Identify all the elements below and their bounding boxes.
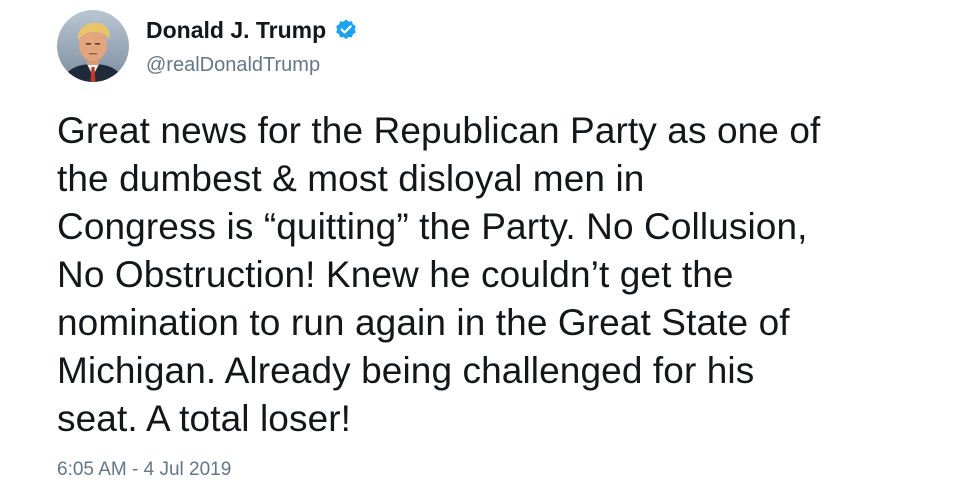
profile-photo-avatar	[57, 10, 129, 82]
tweet-text-line: Congress is “quitting” the Party. No Col…	[57, 206, 808, 247]
tweet-text-line: Michigan. Already being challenged for h…	[57, 350, 755, 391]
tweet-text-line: nomination to run again in the Great Sta…	[57, 302, 790, 343]
avatar[interactable]	[57, 10, 129, 82]
tweet-text: Great news for the Republican Party as o…	[57, 107, 937, 443]
tweet-text-line: the dumbest & most disloyal men in	[57, 158, 645, 199]
tweet-card: Donald J. Trump @realDonaldTrump Great n…	[0, 0, 956, 489]
tweet-timestamp[interactable]: 6:05 AM - 4 Jul 2019	[57, 459, 231, 481]
author-handle[interactable]: @realDonaldTrump	[146, 54, 320, 77]
tweet-text-line: seat. A total loser!	[57, 398, 352, 439]
author-display-name[interactable]: Donald J. Trump	[146, 17, 326, 44]
verified-badge-icon	[334, 18, 358, 42]
tweet-text-line: Great news for the Republican Party as o…	[57, 110, 821, 151]
author-name-row: Donald J. Trump	[146, 15, 358, 45]
tweet-text-line: No Obstruction! Knew he couldn’t get the	[57, 254, 734, 295]
